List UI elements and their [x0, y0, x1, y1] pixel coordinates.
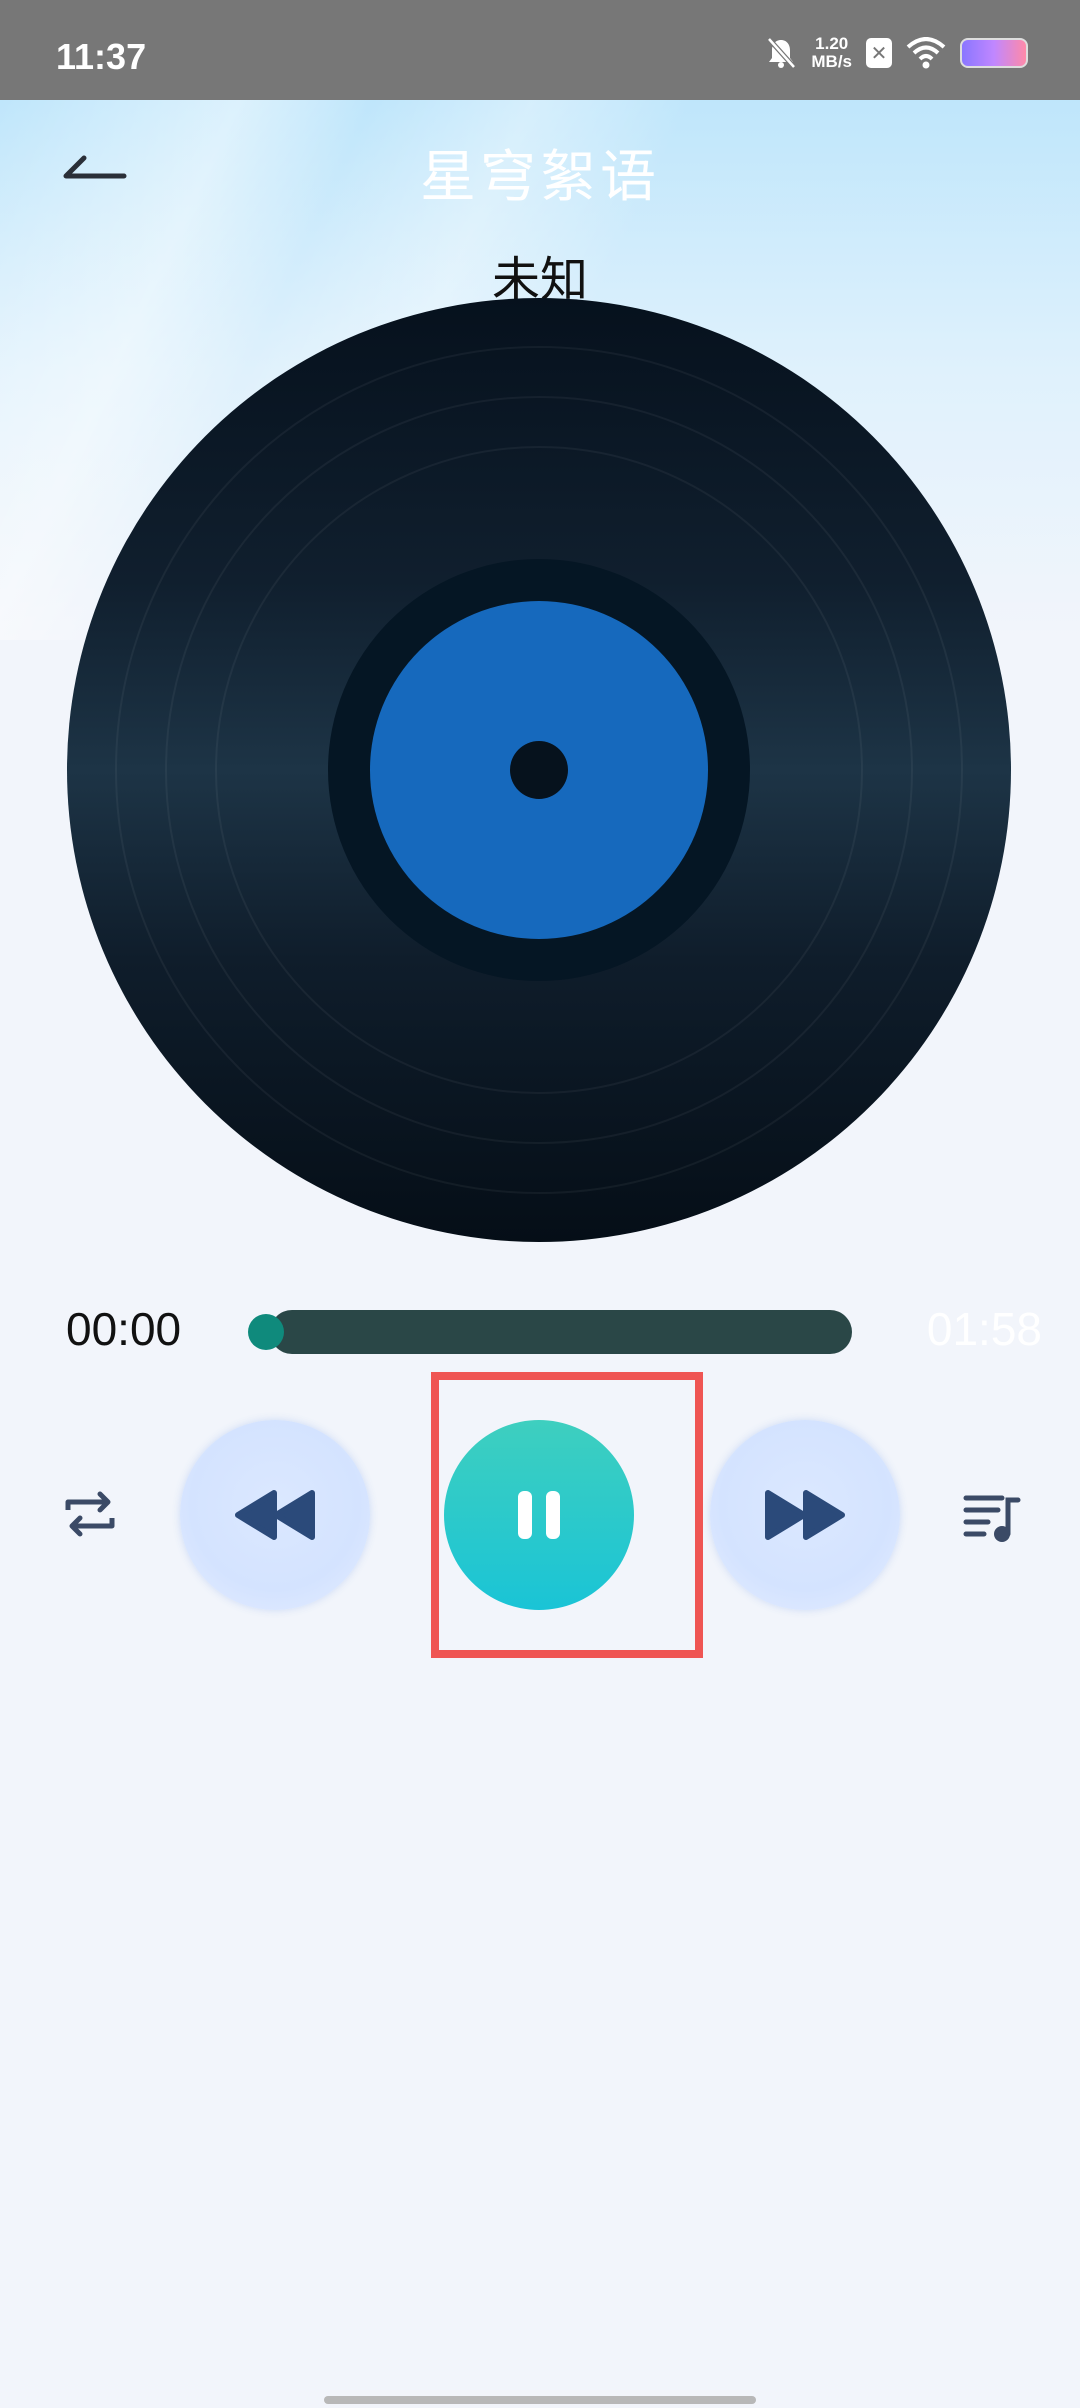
rewind-icon [235, 1490, 315, 1540]
status-time: 11:37 [56, 36, 147, 77]
page-title: 星穹絮语 [420, 145, 660, 210]
next-button[interactable] [710, 1420, 900, 1610]
status-bar: 11:37 1.20 MB/s ✕ [0, 0, 1080, 100]
net-speed-value: 1.20 [815, 34, 849, 53]
repeat-icon[interactable] [62, 1486, 118, 1542]
status-icons: 1.20 MB/s ✕ [765, 28, 1028, 78]
vinyl-disc [67, 298, 1011, 1242]
total-time: 01:58 [926, 1303, 1042, 1355]
battery-icon [960, 38, 1028, 68]
network-speed: 1.20 MB/s [811, 35, 852, 71]
wifi-icon [906, 37, 946, 69]
progress-bar[interactable] [270, 1310, 852, 1354]
fast-forward-icon [765, 1490, 845, 1540]
disc-center-hole [510, 741, 568, 799]
net-speed-unit: MB/s [811, 52, 852, 71]
bell-muted-icon [767, 37, 797, 69]
progress-knob[interactable] [248, 1314, 284, 1350]
highlight-box [431, 1372, 703, 1658]
x-badge-icon: ✕ [866, 38, 892, 68]
previous-button[interactable] [180, 1420, 370, 1610]
home-indicator[interactable] [324, 2396, 756, 2404]
current-time: 00:00 [66, 1303, 182, 1355]
playlist-icon[interactable] [962, 1490, 1022, 1544]
